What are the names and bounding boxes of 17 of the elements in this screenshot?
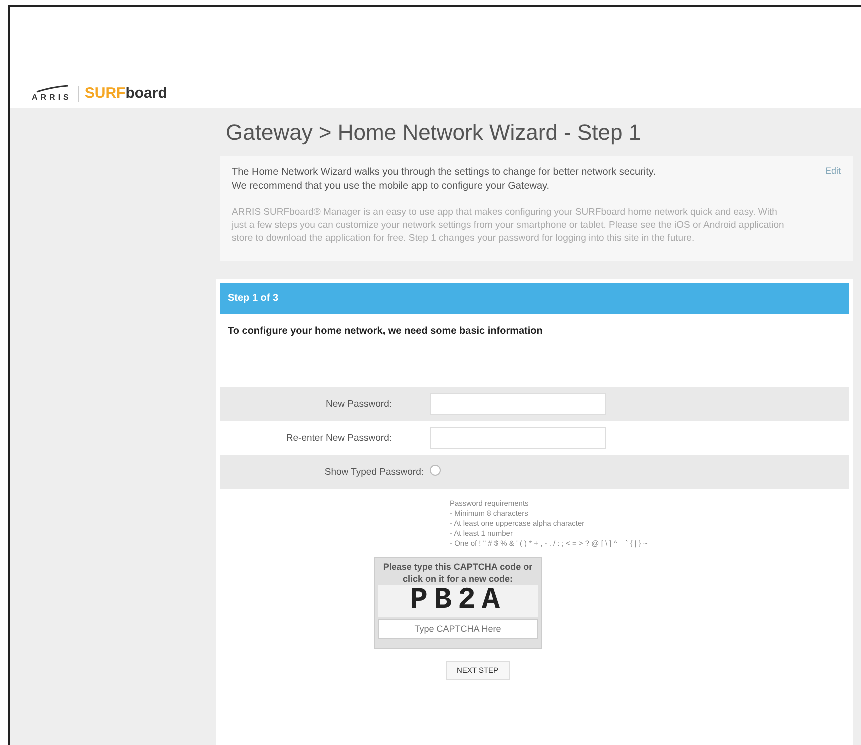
swoosh-icon (34, 85, 69, 93)
instruction-text: To configure your home network, we need some basic information (228, 326, 544, 337)
captcha-field[interactable]: Type CAPTCHA Here (378, 619, 538, 639)
password-field[interactable] (430, 393, 606, 415)
intro-body-text: ARRIS SURFboard® Manager is an easy to use app that makes configuring your SURFboard home network quick and easy. With just a few steps you can customize your network settings from your smartphone or tablet. Please see the iOS or Android application store to download the application for free. Step 1 changes your password for logging into this site in the future. (232, 206, 786, 245)
field-label: Show Typed Password: (324, 466, 425, 478)
password-field[interactable] (430, 427, 606, 449)
field-label: Re-enter New Password: (285, 432, 393, 444)
field-label: New Password: (325, 398, 393, 410)
captcha-prompt: Please type this CAPTCHA code or click on it for a new code: (382, 561, 534, 585)
page-title: Gateway > Home Network Wizard - Step 1 (226, 120, 642, 146)
captcha-image[interactable]: PB2A (378, 585, 538, 617)
step-header: Step 1 of 3 (220, 283, 849, 314)
surfboard-logo-text: SURFboard (84, 85, 168, 102)
show-password-checkbox[interactable] (430, 465, 441, 476)
arris-logo-text: ARRIS (32, 93, 72, 102)
intro-lead-text: The Home Network Wizard walks you through the settings to change for better network security. We recommend that you use the mobile app to configure your Gateway. (232, 166, 656, 194)
